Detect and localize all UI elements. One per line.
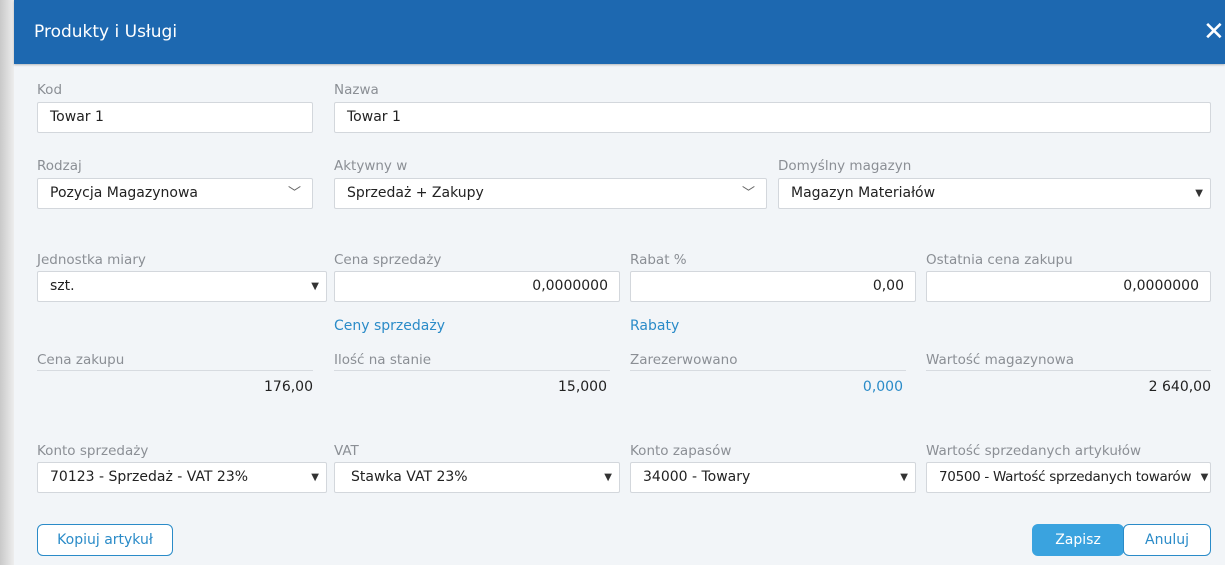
zarezerwowano-label: Zarezerwowano [630, 352, 738, 368]
magazyn-label: Domyślny magazyn [778, 158, 912, 174]
cena-zakupu-label: Cena zakupu [37, 352, 125, 368]
magazyn-value: Magazyn Materiałów [791, 185, 936, 201]
cena-zakupu-divider [37, 370, 313, 371]
cena-sprzedazy-label: Cena sprzedaży [334, 252, 442, 268]
kod-input[interactable]: Towar 1 [37, 102, 313, 133]
page-backdrop [0, 0, 14, 565]
wartosc-magazynowa-value: 2 640,00 [1148, 379, 1211, 395]
wartosc-sprzedanych-value: 70500 - Wartość sprzedanych towarów [939, 469, 1192, 485]
ilosc-label: Ilość na stanie [334, 352, 432, 368]
nazwa-label: Nazwa [334, 82, 379, 98]
caret-down-icon: ▼ [604, 472, 612, 483]
caret-down-icon: ▼ [311, 472, 319, 483]
vat-value: Stawka VAT 23% [351, 469, 468, 485]
zarezerwowano-value[interactable]: 0,000 [630, 378, 903, 396]
copy-article-button[interactable]: Kopiuj artykuł [37, 524, 173, 556]
kod-label: Kod [37, 82, 63, 98]
chevron-down-icon: ﹀ [287, 186, 301, 201]
konto-zapasow-value: 34000 - Towary [643, 469, 751, 485]
rabat-label: Rabat % [630, 252, 687, 268]
wartosc-sprzedanych-label: Wartość sprzedanych artykułów [926, 443, 1142, 459]
ceny-sprzedazy-link[interactable]: Ceny sprzedaży [334, 317, 445, 335]
ostatnia-cena-input[interactable]: 0,0000000 [926, 271, 1211, 302]
vat-select[interactable]: Stawka VAT 23% ▼ [334, 462, 620, 493]
wartosc-magazynowa-label: Wartość magazynowa [926, 352, 1075, 368]
konto-zapasow-label: Konto zapasów [630, 443, 732, 459]
zarezerwowano-divider [630, 370, 906, 371]
jednostka-select[interactable]: szt. ▼ [37, 271, 327, 302]
caret-down-icon: ▼ [311, 281, 319, 292]
magazyn-select[interactable]: Magazyn Materiałów ▼ [778, 178, 1211, 209]
cena-sprzedazy-input[interactable]: 0,0000000 [334, 271, 620, 302]
konto-zapasow-select[interactable]: 34000 - Towary ▼ [630, 462, 916, 493]
rodzaj-label: Rodzaj [37, 158, 82, 174]
jednostka-value: szt. [50, 278, 75, 294]
konto-sprzedazy-label: Konto sprzedaży [37, 443, 149, 459]
cena-zakupu-value: 176,00 [264, 379, 313, 395]
vat-label: VAT [334, 443, 359, 459]
aktywny-label: Aktywny w [334, 158, 408, 174]
dialog-title: Produkty i Usługi [34, 22, 178, 42]
konto-sprzedazy-value: 70123 - Sprzedaż - VAT 23% [50, 469, 249, 485]
rodzaj-value: Pozycja Magazynowa [50, 185, 198, 201]
nazwa-value: Towar 1 [347, 109, 401, 125]
jednostka-label: Jednostka miary [37, 252, 146, 268]
caret-down-icon: ▼ [1200, 472, 1209, 483]
close-icon[interactable]: ✕ [1203, 18, 1225, 46]
rodzaj-select[interactable]: Pozycja Magazynowa ﹀ [37, 178, 313, 209]
caret-down-icon: ▼ [1195, 188, 1203, 199]
rabat-value: 0,00 [872, 278, 904, 294]
kod-value: Towar 1 [50, 109, 104, 125]
ostatnia-cena-label: Ostatnia cena zakupu [926, 252, 1073, 268]
cancel-button[interactable]: Anuluj [1123, 524, 1211, 556]
ilosc-divider [334, 370, 610, 371]
wartosc-sprzedanych-select[interactable]: 70500 - Wartość sprzedanych towarów ▼ [926, 462, 1211, 493]
chevron-down-icon: ﹀ [741, 186, 755, 201]
nazwa-input[interactable]: Towar 1 [334, 102, 1211, 133]
dialog-titlebar: Produkty i Usługi ✕ [14, 0, 1225, 64]
cena-sprzedazy-value: 0,0000000 [532, 278, 608, 294]
wartosc-magazynowa-divider [926, 370, 1211, 371]
rabaty-link[interactable]: Rabaty [630, 317, 679, 335]
ilosc-value: 15,000 [558, 379, 607, 395]
rabat-input[interactable]: 0,00 [630, 271, 916, 302]
aktywny-select[interactable]: Sprzedaż + Zakupy ﹀ [334, 178, 767, 209]
ostatnia-cena-value: 0,0000000 [1123, 278, 1199, 294]
caret-down-icon: ▼ [900, 472, 908, 483]
konto-sprzedazy-select[interactable]: 70123 - Sprzedaż - VAT 23% ▼ [37, 462, 327, 493]
save-button[interactable]: Zapisz [1032, 524, 1124, 556]
aktywny-value: Sprzedaż + Zakupy [347, 185, 484, 201]
products-dialog: Produkty i Usługi ✕ Kod Towar 1 Nazwa To… [14, 0, 1225, 565]
